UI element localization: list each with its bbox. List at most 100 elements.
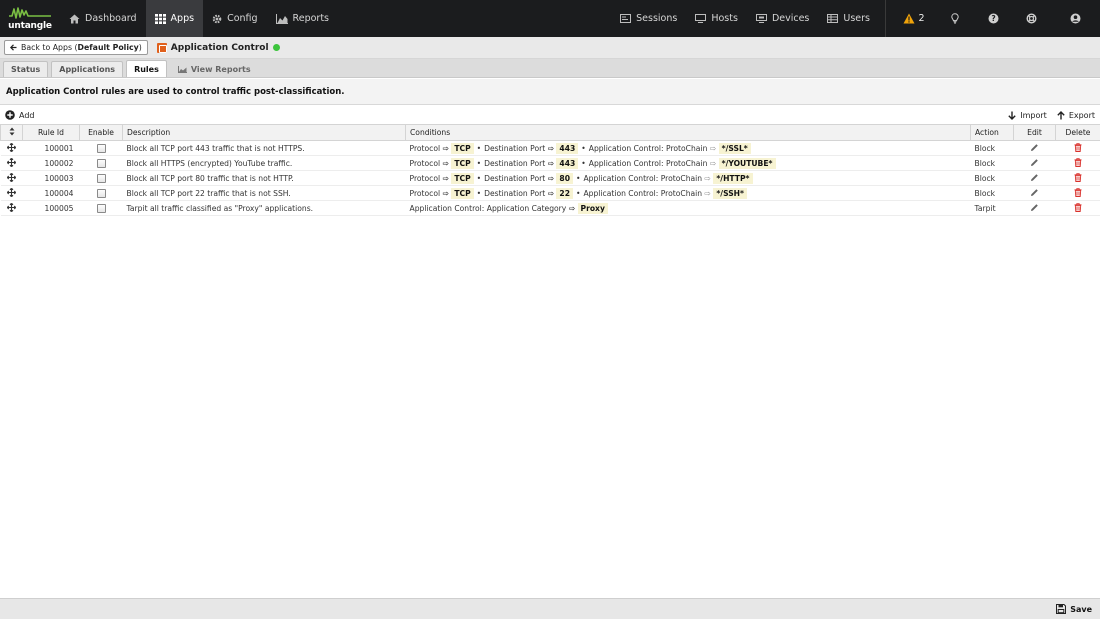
edit-cell xyxy=(1013,170,1056,186)
add-rule-button[interactable]: Add xyxy=(5,110,35,120)
table-row[interactable]: 100002 Block all HTTPS (encrypted) YouTub… xyxy=(0,155,1100,171)
account-button[interactable] xyxy=(1050,0,1100,37)
enable-checkbox[interactable] xyxy=(96,143,106,153)
enable-header[interactable]: Enable xyxy=(79,124,123,141)
nav-devices[interactable]: Devices xyxy=(747,0,818,37)
help-button[interactable]: ? xyxy=(974,0,1012,37)
tab-rules[interactable]: Rules xyxy=(126,60,167,77)
condition-value: 443 xyxy=(556,142,579,154)
enable-checkbox[interactable] xyxy=(96,188,106,198)
import-button[interactable]: Import xyxy=(1008,111,1047,120)
condition-value: Proxy xyxy=(577,202,608,214)
nav-dashboard[interactable]: Dashboard xyxy=(60,0,146,37)
condition-arrow: ⇨ xyxy=(547,188,554,198)
delete-cell xyxy=(1055,155,1100,171)
enable-cell xyxy=(79,140,123,156)
export-button[interactable]: Export xyxy=(1057,111,1095,120)
drag-handle[interactable] xyxy=(0,200,23,216)
table-row[interactable]: 100005 Tarpit all traffic classified as "… xyxy=(0,200,1100,216)
action-cell: Block xyxy=(970,170,1014,186)
enable-checkbox[interactable] xyxy=(96,203,106,213)
enable-checkbox[interactable] xyxy=(96,158,106,168)
app-title: Application Control xyxy=(156,42,280,53)
nav-hosts[interactable]: Hosts xyxy=(686,0,747,37)
nav-config[interactable]: Config xyxy=(203,0,266,37)
rules-description: Application Control rules are used to co… xyxy=(0,79,1100,105)
tips-button[interactable] xyxy=(936,0,974,37)
nav-separator xyxy=(885,0,886,37)
table-row[interactable]: 100001 Block all TCP port 443 traffic tha… xyxy=(0,140,1100,156)
rule-id-cell: 100002 xyxy=(22,155,80,171)
edit-cell xyxy=(1013,200,1056,216)
conditions-header[interactable]: Conditions xyxy=(405,124,971,141)
nav-reports-label: Reports xyxy=(292,13,329,24)
app-status-dot xyxy=(272,44,280,51)
condition-label: Protocol xyxy=(409,173,441,183)
pencil-icon xyxy=(1031,143,1038,151)
nav-apps[interactable]: Apps xyxy=(145,0,204,37)
table-row[interactable]: 100004 Block all TCP port 22 traffic that… xyxy=(0,185,1100,201)
svg-text:?: ? xyxy=(991,14,995,23)
rule-id-cell: 100004 xyxy=(22,185,80,201)
support-button[interactable] xyxy=(1012,0,1050,37)
condition-arrow: ⇨ xyxy=(709,158,717,168)
reorder-column-header[interactable] xyxy=(0,124,23,141)
rule-id-header[interactable]: Rule Id xyxy=(22,124,80,141)
table-row[interactable]: 100003 Block all TCP port 80 traffic that… xyxy=(0,170,1100,186)
back-to-apps-button[interactable]: Back to Apps (Default Policy) xyxy=(4,40,148,55)
condition-arrow: ⇨ xyxy=(442,173,449,183)
import-label: Import xyxy=(1020,110,1047,120)
rule-id-cell: 100003 xyxy=(22,170,80,186)
arrow-down-icon xyxy=(1008,111,1016,120)
description-header[interactable]: Description xyxy=(122,124,406,141)
drag-handle[interactable] xyxy=(0,185,23,201)
nav-reports[interactable]: Reports xyxy=(267,0,338,37)
nav-hosts-label: Hosts xyxy=(711,13,738,24)
delete-button[interactable] xyxy=(1074,187,1082,197)
enable-checkbox[interactable] xyxy=(96,173,106,183)
description-cell: Block all TCP port 22 traffic that is no… xyxy=(122,185,406,201)
condition-label: Application Control: Application Categor… xyxy=(409,203,567,213)
drag-handle[interactable] xyxy=(0,155,23,171)
trash-icon xyxy=(1074,172,1082,182)
tab-view-reports[interactable]: View Reports xyxy=(170,61,259,77)
edit-button[interactable] xyxy=(1030,188,1039,197)
plus-circle-icon xyxy=(5,110,15,120)
drag-handle[interactable] xyxy=(0,170,23,186)
edit-button[interactable] xyxy=(1030,158,1039,167)
action-cell: Tarpit xyxy=(970,200,1014,216)
tab-applications[interactable]: Applications xyxy=(51,61,124,77)
condition-arrow: ⇨ xyxy=(442,158,449,168)
edit-button[interactable] xyxy=(1030,203,1039,212)
save-button[interactable]: Save xyxy=(1056,604,1092,614)
tab-status[interactable]: Status xyxy=(3,61,49,77)
edit-button[interactable] xyxy=(1030,173,1039,182)
delete-button[interactable] xyxy=(1074,202,1082,212)
logo-wave-icon xyxy=(9,7,51,19)
condition-label: Application Control: ProtoChain xyxy=(588,158,708,168)
users-table-icon xyxy=(827,14,839,23)
save-label: Save xyxy=(1070,604,1092,614)
nav-right: Sessions Hosts Devices Users 2 ? xyxy=(611,0,1100,37)
action-header[interactable]: Action xyxy=(970,124,1014,141)
help-icon: ? xyxy=(988,13,998,24)
lightbulb-icon xyxy=(951,13,959,24)
drag-handle[interactable] xyxy=(0,140,23,156)
condition-label: Protocol xyxy=(409,188,441,198)
nav-users[interactable]: Users xyxy=(818,0,879,37)
delete-button[interactable] xyxy=(1074,157,1082,167)
conditions-cell: Protocol ⇨ TCP • Destination Port ⇨ 443 • Ap… xyxy=(405,155,971,171)
condition-separator: • xyxy=(476,158,482,168)
arrow-left-icon xyxy=(10,44,17,51)
nav-sessions[interactable]: Sessions xyxy=(611,0,686,37)
alerts-button[interactable]: 2 xyxy=(892,0,936,37)
delete-button[interactable] xyxy=(1074,172,1082,182)
condition-label: Application Control: ProtoChain xyxy=(588,143,708,153)
edit-button[interactable] xyxy=(1030,143,1039,152)
export-label: Export xyxy=(1068,110,1095,120)
delete-button[interactable] xyxy=(1074,142,1082,152)
untangle-logo[interactable]: untangle xyxy=(0,0,60,37)
top-nav: untangle Dashboard Apps Config Reports S… xyxy=(0,0,1100,37)
condition-label: Destination Port xyxy=(484,188,546,198)
condition-separator: • xyxy=(581,143,586,153)
